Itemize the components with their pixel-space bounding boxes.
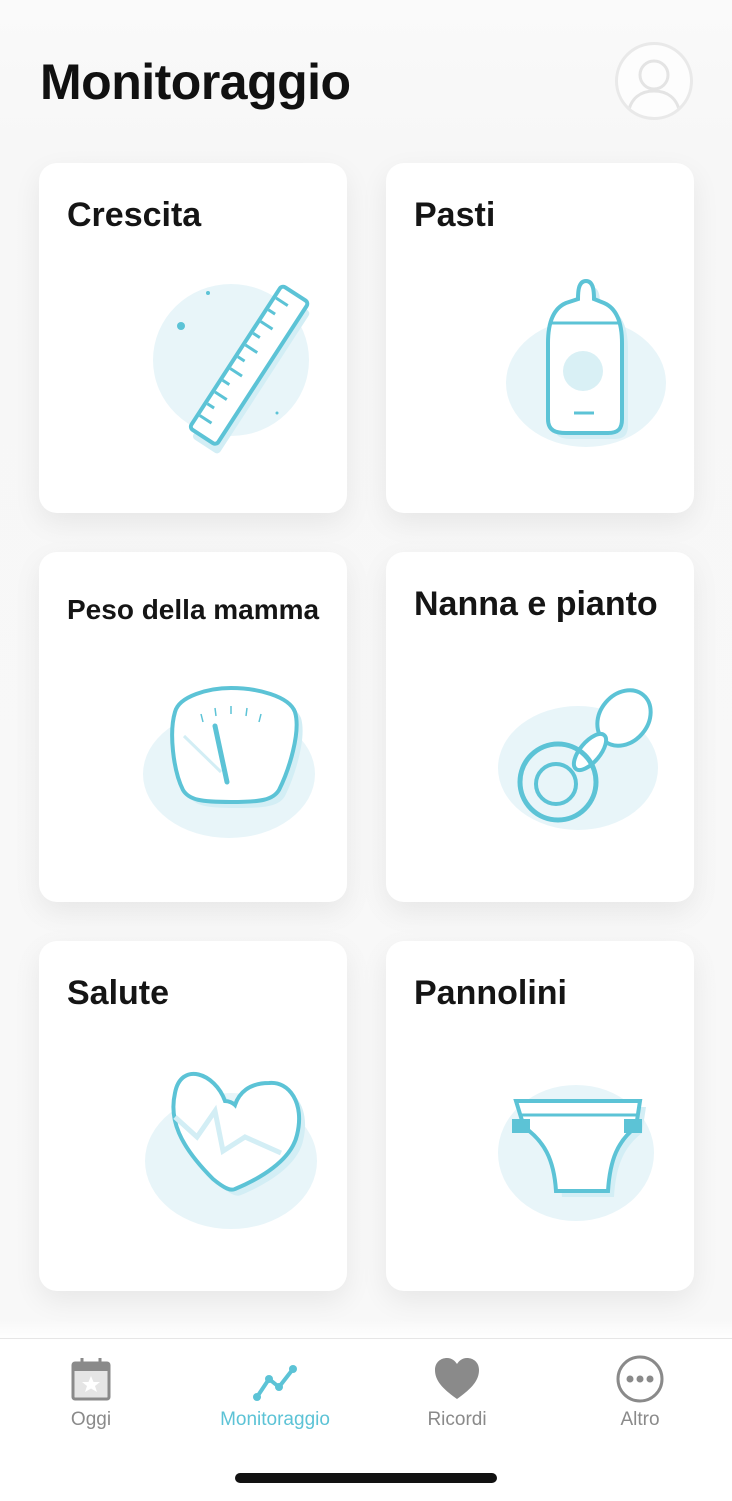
- calendar-star-icon: [71, 1358, 111, 1401]
- tab-oggi[interactable]: Oggi: [11, 1351, 171, 1451]
- ruler-icon: [153, 284, 310, 454]
- card-title: Nanna e pianto: [414, 585, 658, 623]
- card-title: Crescita: [67, 196, 202, 234]
- home-indicator: [235, 1473, 497, 1483]
- card-crescita[interactable]: Crescita: [39, 163, 347, 513]
- tab-label: Ricordi: [427, 1409, 487, 1430]
- card-nanna-e-pianto[interactable]: Nanna e pianto: [386, 552, 694, 902]
- pacifier-icon: [498, 688, 658, 830]
- tab-label: Altro: [620, 1409, 660, 1430]
- tab-label: Monitoraggio: [220, 1409, 330, 1430]
- card-title: Peso della mamma: [67, 594, 320, 625]
- diaper-icon: [498, 1085, 654, 1221]
- tab-ricordi[interactable]: Ricordi: [377, 1351, 537, 1451]
- tab-altro[interactable]: Altro: [560, 1351, 720, 1451]
- tracking-screen: Monitoraggio Crescita Pasti Peso della m…: [0, 0, 732, 1501]
- page-title: Monitoraggio: [40, 54, 351, 110]
- card-peso-della-mamma[interactable]: Peso della mamma: [39, 552, 347, 902]
- card-title: Salute: [67, 974, 170, 1012]
- card-pasti[interactable]: Pasti: [386, 163, 694, 513]
- more-dots-icon: [616, 1355, 664, 1403]
- profile-avatar-button[interactable]: [615, 42, 693, 120]
- trend-line-icon: [253, 1365, 297, 1401]
- card-pannolini[interactable]: Pannolini: [386, 941, 694, 1291]
- baby-bottle-icon: [506, 278, 666, 447]
- scale-icon: [143, 685, 315, 838]
- heart-icon: [435, 1358, 479, 1399]
- tab-label: Oggi: [70, 1409, 112, 1430]
- heart-icon: [145, 1071, 317, 1229]
- tab-monitoraggio[interactable]: Monitoraggio: [195, 1351, 355, 1451]
- card-title: Pasti: [414, 196, 496, 234]
- card-title: Pannolini: [414, 974, 567, 1012]
- card-salute[interactable]: Salute: [39, 941, 347, 1291]
- person-icon: [626, 59, 682, 116]
